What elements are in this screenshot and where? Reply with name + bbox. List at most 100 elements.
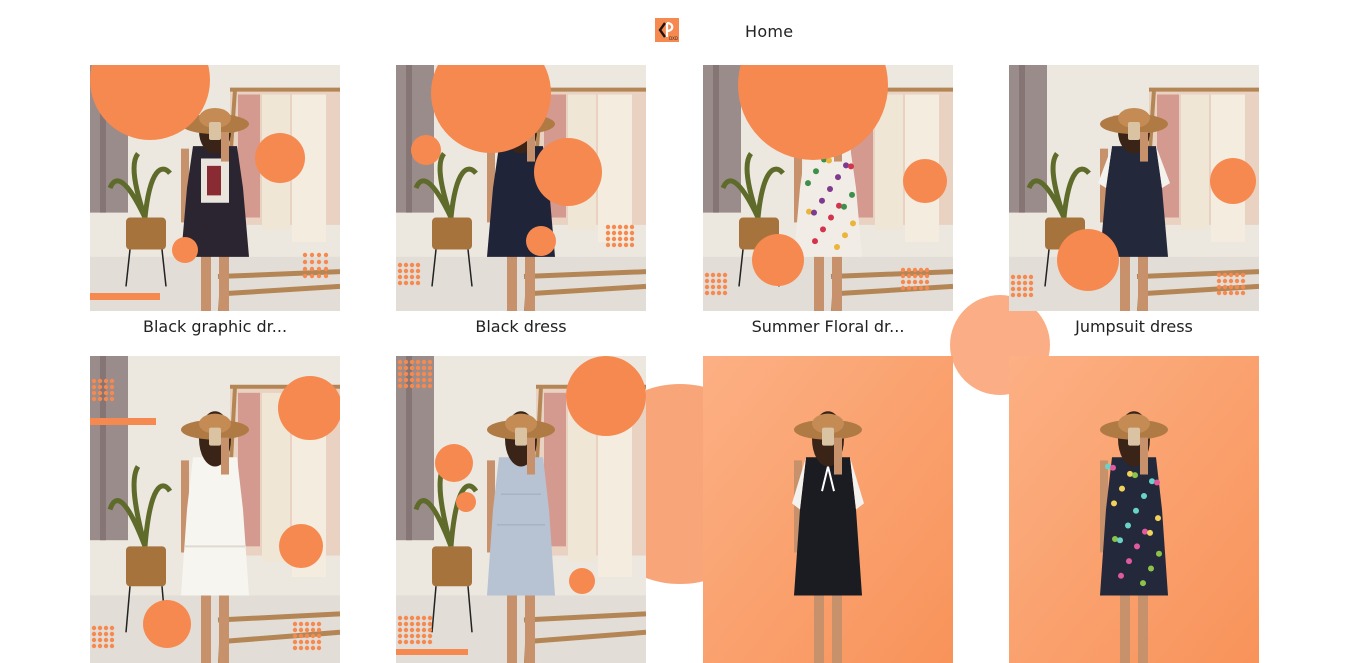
dress-floral-print: [1105, 463, 1111, 470]
decorative-dot: [900, 273, 906, 279]
curtain: [703, 65, 741, 213]
decorative-dot: [304, 621, 310, 627]
decorative-dot: [403, 627, 409, 633]
product-photo[interactable]: [703, 356, 953, 663]
dress: [487, 457, 555, 596]
decorative-dot: [403, 365, 409, 371]
decorative-dot: [310, 633, 316, 639]
product-photo[interactable]: [396, 356, 646, 663]
person-leg: [814, 251, 824, 311]
product-card[interactable]: [703, 356, 953, 663]
decorative-dot: [97, 396, 103, 402]
decorative-bar: [90, 418, 156, 425]
decorative-dot: [397, 383, 403, 389]
decorative-dot: [629, 224, 635, 230]
plant-basket: [126, 217, 166, 250]
decorative-dot: [1240, 290, 1246, 296]
decorative-circle: [1210, 158, 1256, 204]
dress-floral-print: [1149, 478, 1155, 485]
decorative-dot: [704, 278, 710, 284]
decorative-dot: [323, 266, 329, 272]
decorative-dot: [623, 236, 629, 242]
decorative-dot: [397, 633, 403, 639]
decorative-dot: [1028, 280, 1034, 286]
brand-logo[interactable]: DXD: [655, 18, 679, 42]
decorative-dot: [1010, 292, 1016, 298]
decorative-dot: [91, 625, 97, 631]
page: DXD Home Black graphic dr... Black dress…: [0, 0, 1349, 663]
product-card[interactable]: [90, 356, 340, 663]
decorative-dot: [310, 639, 316, 645]
dress-floral-print: [1147, 529, 1153, 536]
decorative-dot: [109, 637, 115, 643]
plant-basket: [432, 217, 472, 250]
decorative-dot: [1228, 272, 1234, 278]
decorative-dot: [309, 273, 315, 279]
product-photo[interactable]: [396, 65, 646, 311]
decorative-dot: [97, 625, 103, 631]
decorative-dot: [415, 627, 421, 633]
decorative-dot: [415, 633, 421, 639]
decorative-dot: [103, 631, 109, 637]
decorative-dot: [912, 279, 918, 285]
person-leg: [832, 589, 842, 663]
decorative-dot: [97, 378, 103, 384]
decorative-dot: [1240, 278, 1246, 284]
product-name[interactable]: Black graphic dr...: [90, 317, 340, 336]
product-card[interactable]: [396, 356, 646, 663]
curtain-fold: [406, 65, 412, 213]
decorative-dot: [918, 273, 924, 279]
decorative-dot: [716, 278, 722, 284]
decorative-dot: [409, 365, 415, 371]
decorative-dot: [109, 643, 115, 649]
dress: [794, 457, 862, 596]
decorative-dot: [91, 378, 97, 384]
product-card[interactable]: Summer Floral dr...: [703, 65, 953, 337]
product-photo[interactable]: [703, 65, 953, 311]
decorative-circle: [411, 135, 441, 165]
decorative-dot: [1234, 284, 1240, 290]
product-card[interactable]: Jumpsuit dress: [1009, 65, 1259, 337]
product-photo[interactable]: [1009, 65, 1259, 311]
decorative-dot: [103, 643, 109, 649]
product-card[interactable]: Black dress: [396, 65, 646, 337]
nav-home-link[interactable]: Home: [745, 22, 793, 41]
person-arm: [1140, 132, 1148, 162]
dress-floral-print: [1119, 485, 1125, 492]
decorative-dot: [617, 224, 623, 230]
decorative-dot: [397, 639, 403, 645]
product-photo[interactable]: [1009, 356, 1259, 663]
curtain-fold: [406, 356, 412, 541]
dress-floral-print: [1155, 515, 1161, 522]
decorative-dot: [716, 284, 722, 290]
product-card[interactable]: Black graphic dr...: [90, 65, 340, 337]
decorative-dot: [97, 631, 103, 637]
decorative-dot: [617, 230, 623, 236]
decorative-dot: [623, 242, 629, 248]
decorative-dot: [1228, 290, 1234, 296]
product-name[interactable]: Summer Floral dr...: [703, 317, 953, 336]
product-name[interactable]: Black dress: [396, 317, 646, 336]
dress-floral-print: [848, 163, 854, 170]
product-card[interactable]: [1009, 356, 1259, 663]
decorative-dot: [611, 230, 617, 236]
decorative-dot: [97, 637, 103, 643]
person-arm: [221, 437, 229, 475]
person-arm: [527, 437, 535, 475]
product-photo[interactable]: [90, 65, 340, 311]
decorative-dot: [91, 396, 97, 402]
decorative-dot: [924, 273, 930, 279]
person-leg: [201, 251, 211, 311]
decorative-dot: [323, 252, 329, 258]
decorative-dot: [1234, 290, 1240, 296]
decorative-dot: [309, 252, 315, 258]
phone: [822, 427, 834, 446]
product-photo[interactable]: [90, 356, 340, 663]
product-name[interactable]: Jumpsuit dress: [1009, 317, 1259, 336]
decorative-dot: [316, 633, 322, 639]
dress-floral-print: [835, 174, 841, 181]
person-arm: [834, 437, 842, 475]
decorative-dot: [1222, 290, 1228, 296]
decorative-dot: [309, 266, 315, 272]
dress-floral-print: [843, 162, 849, 169]
